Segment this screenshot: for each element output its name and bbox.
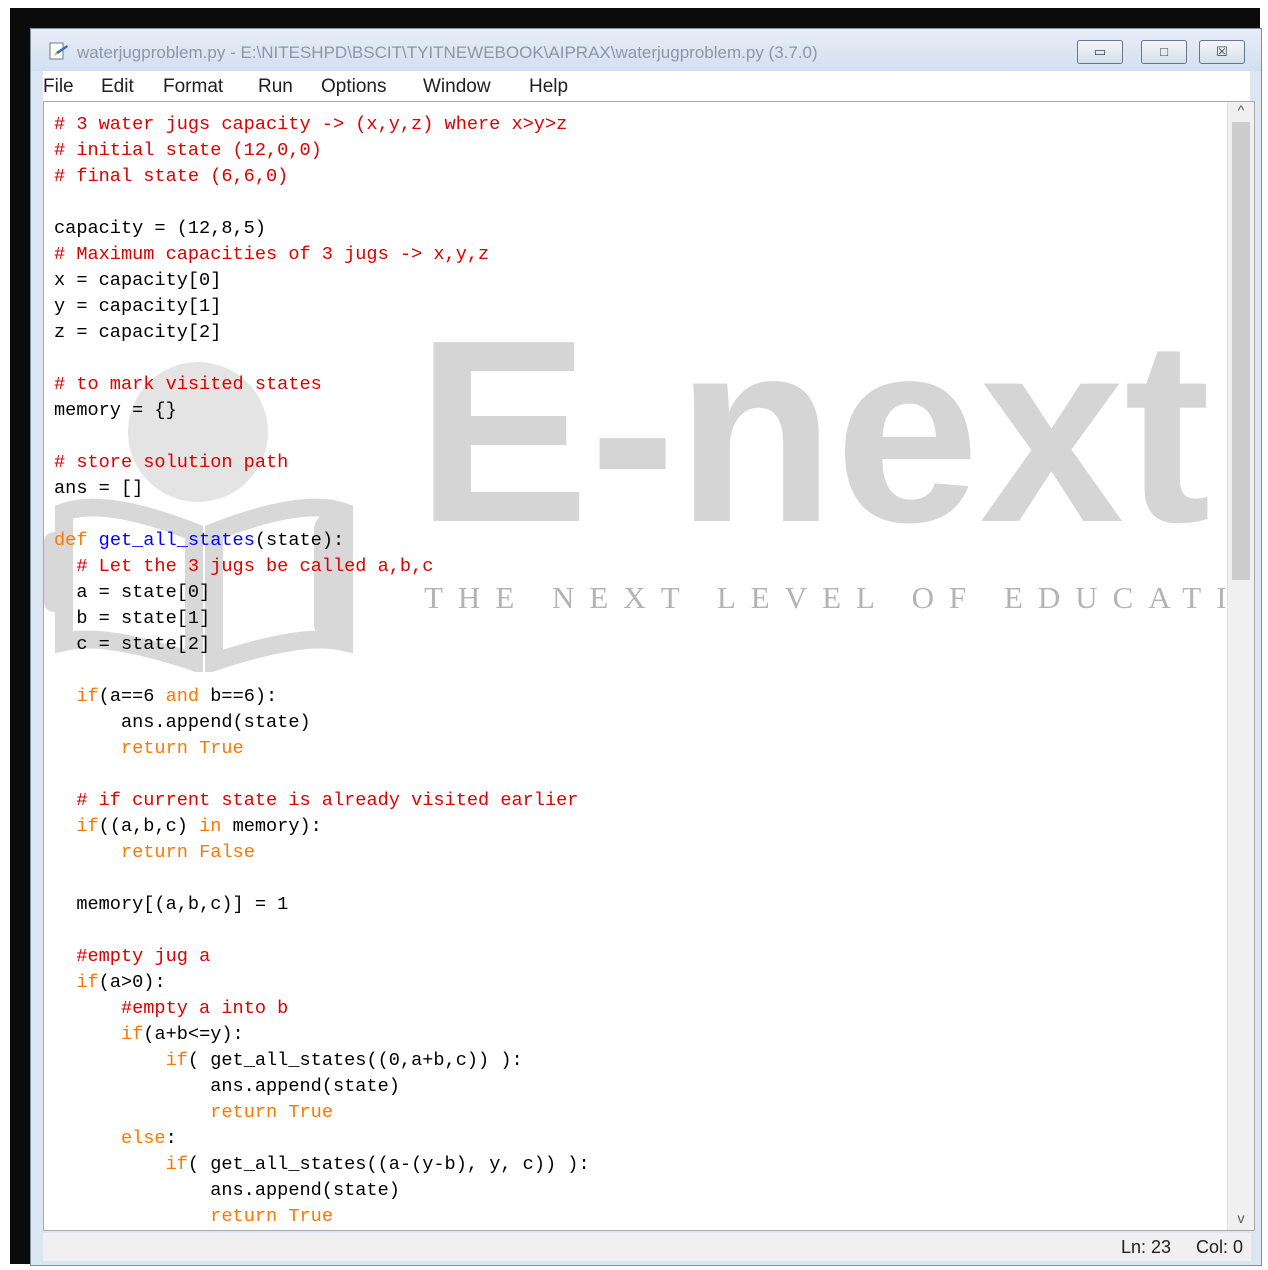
code-line[interactable]: # 3 water jugs capacity -> (x,y,z) where… — [54, 114, 567, 135]
scroll-down-icon[interactable]: v — [1228, 1210, 1254, 1230]
title-bar[interactable]: waterjugproblem.py - E:\NITESHPD\BSCIT\T… — [31, 29, 1261, 71]
menu-help[interactable]: Help — [529, 76, 568, 98]
code-line[interactable]: # store solution path — [54, 452, 288, 473]
close-button[interactable]: ☒ — [1199, 40, 1245, 64]
code-line[interactable]: if(a>0): — [54, 972, 165, 993]
code-line[interactable]: memory = {} — [54, 400, 177, 421]
python-file-icon — [49, 42, 68, 60]
code-line[interactable]: z = capacity[2] — [54, 322, 221, 343]
code-line[interactable]: if(a==6 and b==6): — [54, 686, 277, 707]
code-line[interactable]: return False — [54, 842, 255, 863]
menu-edit[interactable]: Edit — [101, 76, 134, 98]
code-line[interactable]: memory[(a,b,c)] = 1 — [54, 894, 288, 915]
code-line[interactable]: # final state (6,6,0) — [54, 166, 288, 187]
code-line[interactable]: return True — [54, 738, 244, 759]
screenshot-frame: waterjugproblem.py - E:\NITESHPD\BSCIT\T… — [10, 8, 1262, 1266]
code-text[interactable]: # 3 water jugs capacity -> (x,y,z) where… — [54, 112, 590, 1230]
code-line[interactable]: ans = [] — [54, 478, 143, 499]
code-line[interactable]: else: — [54, 1128, 177, 1149]
menu-options[interactable]: Options — [321, 76, 386, 98]
status-line-number: Ln: 23 — [1120, 1237, 1171, 1257]
code-line[interactable]: # initial state (12,0,0) — [54, 140, 322, 161]
menu-window[interactable]: Window — [423, 76, 491, 98]
menu-bar: File Edit Format Run Options Window Help — [43, 71, 1250, 101]
code-line[interactable]: ans.append(state) — [54, 1180, 400, 1201]
idle-editor-window: waterjugproblem.py - E:\NITESHPD\BSCIT\T… — [30, 28, 1262, 1266]
code-line[interactable]: #empty a into b — [54, 998, 288, 1019]
code-line[interactable]: if( get_all_states((a-(y-b), y, c)) ): — [54, 1154, 590, 1175]
code-line[interactable]: # to mark visited states — [54, 374, 322, 395]
maximize-button[interactable]: □ — [1141, 40, 1187, 64]
code-line[interactable]: # Let the 3 jugs be called a,b,c — [54, 556, 433, 577]
minimize-icon: ▭ — [1093, 44, 1107, 59]
code-line[interactable]: a = state[0] — [54, 582, 210, 603]
minimize-button[interactable]: ▭ — [1077, 40, 1123, 64]
code-line[interactable]: # Maximum capacities of 3 jugs -> x,y,z — [54, 244, 489, 265]
code-line[interactable]: # if current state is already visited ea… — [54, 790, 578, 811]
code-line[interactable]: b = state[1] — [54, 608, 210, 629]
status-bar: Ln: 23 Col: 0 — [43, 1233, 1251, 1261]
status-column-number: Col: 0 — [1195, 1237, 1243, 1257]
code-line[interactable]: return True — [54, 1206, 333, 1227]
code-line[interactable]: def get_all_states(state): — [54, 530, 344, 551]
code-line[interactable]: capacity = (12,8,5) — [54, 218, 266, 239]
code-line[interactable]: c = state[2] — [54, 634, 210, 655]
code-line[interactable]: if(a+b<=y): — [54, 1024, 244, 1045]
code-line[interactable]: y = capacity[1] — [54, 296, 221, 317]
window-title: waterjugproblem.py - E:\NITESHPD\BSCIT\T… — [77, 43, 818, 62]
scrollbar-thumb[interactable] — [1232, 122, 1250, 580]
code-line[interactable]: #empty jug a — [54, 946, 210, 967]
code-line[interactable]: return True — [54, 1102, 333, 1123]
menu-run[interactable]: Run — [258, 76, 293, 98]
menu-file[interactable]: File — [43, 76, 74, 98]
maximize-icon: □ — [1160, 44, 1168, 59]
code-line[interactable]: if( get_all_states((0,a+b,c)) ): — [54, 1050, 523, 1071]
scroll-up-icon[interactable]: ^ — [1228, 102, 1254, 122]
code-line[interactable]: ans.append(state) — [54, 712, 311, 733]
code-line[interactable]: ans.append(state) — [54, 1076, 400, 1097]
code-editor[interactable]: E-next THE NEXT LEVEL OF EDUCATION # 3 w… — [43, 101, 1255, 1231]
vertical-scrollbar[interactable]: ^ v — [1227, 102, 1254, 1230]
code-line[interactable]: x = capacity[0] — [54, 270, 221, 291]
code-line[interactable]: if((a,b,c) in memory): — [54, 816, 322, 837]
close-icon: ☒ — [1216, 44, 1228, 59]
menu-format[interactable]: Format — [163, 76, 223, 98]
